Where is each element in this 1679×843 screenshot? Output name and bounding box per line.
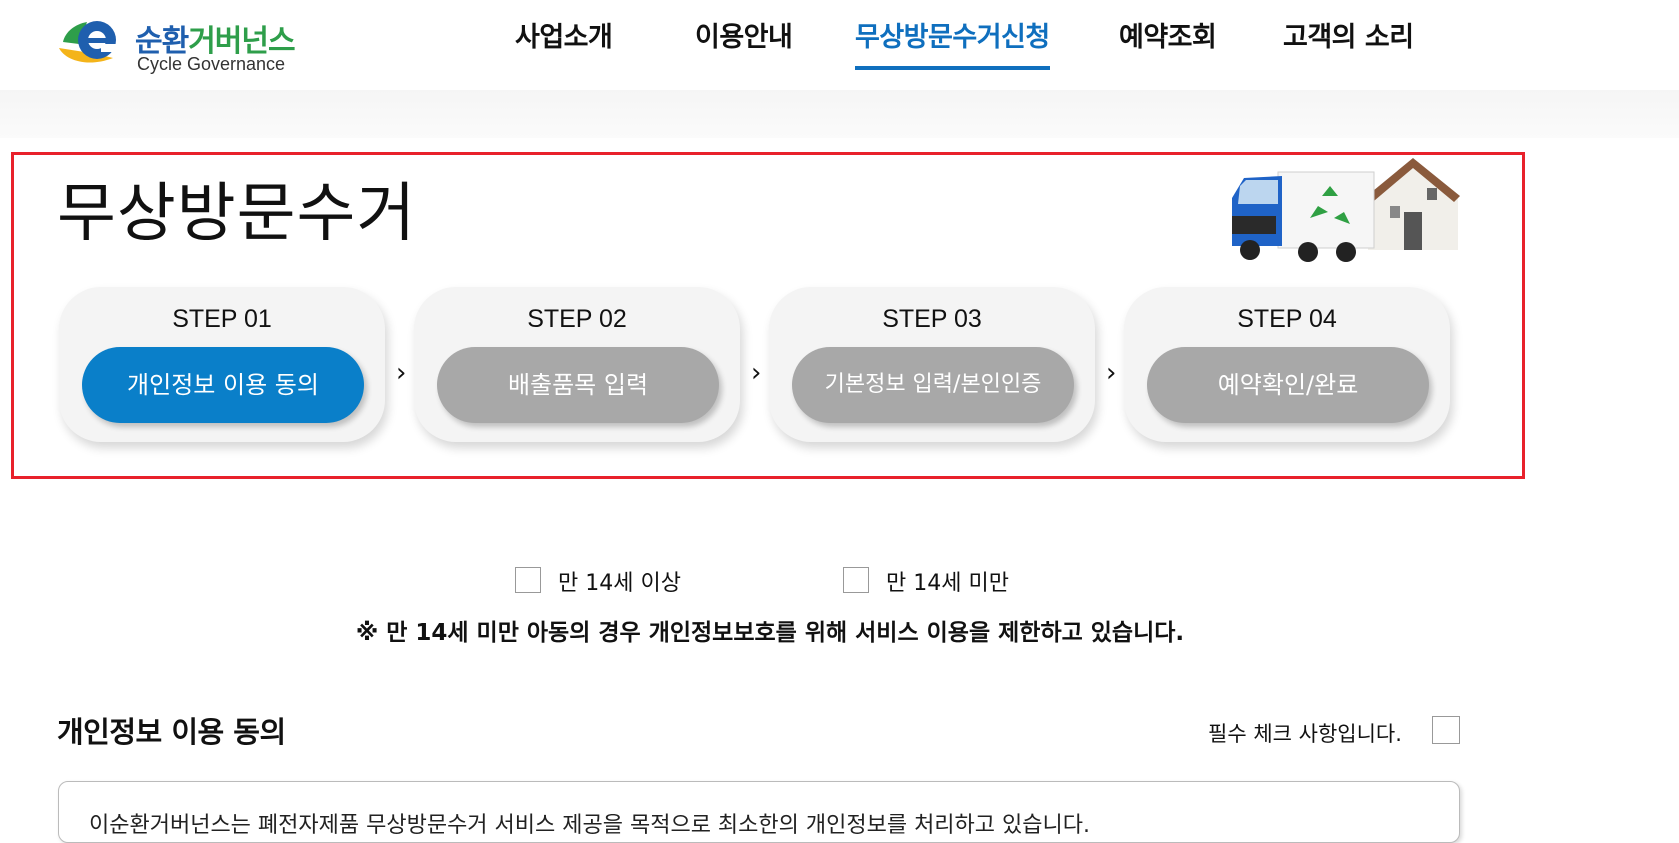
- step-arrow-2: ›: [751, 358, 762, 388]
- nav-about[interactable]: 사업소개: [515, 20, 613, 66]
- step-1-title: STEP 01: [172, 305, 272, 333]
- age-restriction-notice: ※ 만 14세 미만 아동의 경우 개인정보보호를 위해 서비스 이용을 제한하…: [355, 620, 1185, 646]
- step-3-title: STEP 03: [882, 305, 982, 333]
- step-card-2: STEP 02 배출품목 입력: [414, 287, 740, 442]
- step-2-title: STEP 02: [527, 305, 627, 333]
- page-title: 무상방문수거: [57, 177, 417, 251]
- step-4-title: STEP 04: [1237, 305, 1337, 333]
- step-3-button[interactable]: 기본정보 입력/본인인증: [792, 347, 1074, 423]
- nav-guide[interactable]: 이용안내: [695, 20, 793, 66]
- age-under14-checkbox[interactable]: [843, 567, 869, 593]
- age-over14-checkbox[interactable]: [515, 567, 541, 593]
- step-2-button[interactable]: 배출품목 입력: [437, 347, 719, 423]
- site-logo[interactable]: 순환거버넌스 Cycle Governance: [57, 14, 317, 74]
- logo-english-name: Cycle Governance: [137, 54, 286, 74]
- site-header: 순환거버넌스 Cycle Governance 사업소개 이용안내 무상방문수거…: [0, 0, 1679, 90]
- consent-terms-box[interactable]: 이순환거버넌스는 폐전자제품 무상방문수거 서비스 제공을 목적으로 최소한의 …: [58, 781, 1460, 843]
- step-arrow-3: ›: [1106, 358, 1117, 388]
- age-under14-label[interactable]: 만 14세 미만: [886, 565, 1009, 597]
- nav-customer-voice[interactable]: 고객의 소리: [1283, 20, 1414, 66]
- age-over14-label[interactable]: 만 14세 이상: [558, 565, 681, 597]
- nav-free-pickup-request[interactable]: 무상방문수거신청: [855, 20, 1050, 70]
- truck-house-illustration: [1232, 158, 1460, 262]
- step-card-4: STEP 04 예약확인/완료: [1124, 287, 1450, 442]
- step-arrow-1: ›: [396, 358, 407, 388]
- step-card-1: STEP 01 개인정보 이용 동의: [59, 287, 385, 442]
- consent-section-title: 개인정보 이용 동의: [57, 715, 286, 749]
- step-4-button[interactable]: 예약확인/완료: [1147, 347, 1429, 423]
- header-shadow-band: [0, 90, 1679, 138]
- consent-terms-text: 이순환거버넌스는 폐전자제품 무상방문수거 서비스 제공을 목적으로 최소한의 …: [89, 813, 1090, 838]
- nav-reservation-lookup[interactable]: 예약조회: [1119, 20, 1217, 66]
- step-1-button[interactable]: 개인정보 이용 동의: [82, 347, 364, 423]
- required-check-label: 필수 체크 사항입니다.: [1208, 722, 1402, 746]
- step-card-3: STEP 03 기본정보 입력/본인인증: [769, 287, 1095, 442]
- logo-e-icon: [59, 21, 117, 63]
- required-consent-checkbox[interactable]: [1432, 716, 1460, 744]
